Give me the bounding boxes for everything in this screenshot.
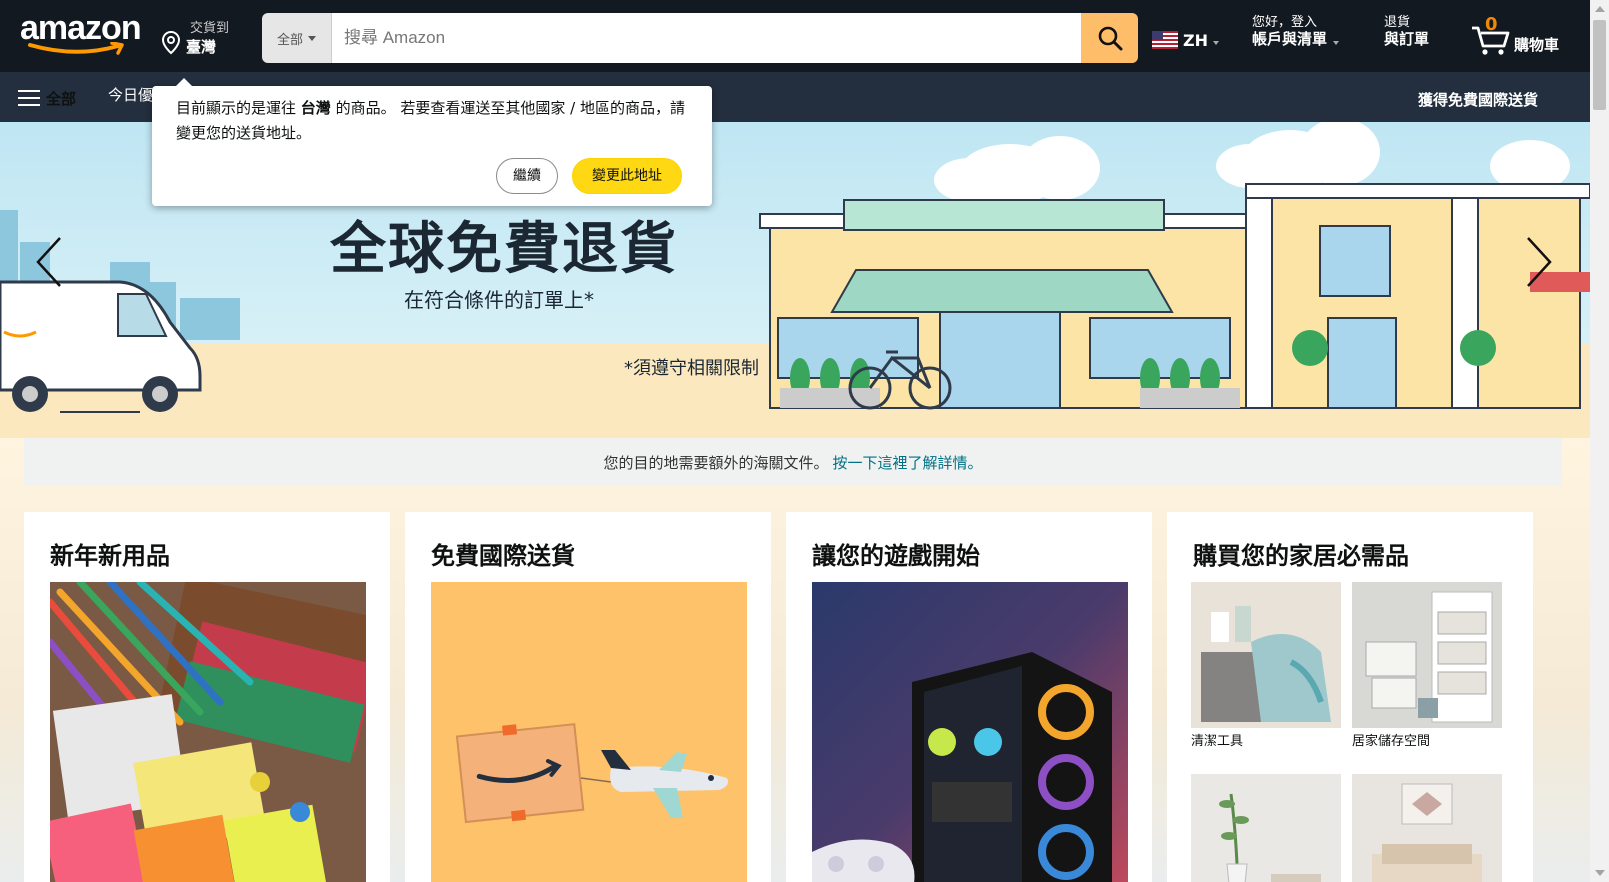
language-code: ZH <box>1183 30 1208 50</box>
continue-button[interactable]: 繼續 <box>496 158 558 194</box>
customs-text: 您的目的地需要額外的海關文件。 <box>603 453 829 472</box>
cleaning-tools-image <box>1191 582 1341 728</box>
hamburger-menu-icon <box>18 90 40 106</box>
search-bar: 全部 <box>262 13 1138 63</box>
card-image-stationery[interactable] <box>50 582 366 882</box>
customs-learn-more-link[interactable]: 按一下這裡了解詳情。 <box>833 452 983 473</box>
caret-down-icon <box>1213 41 1219 45</box>
hero-subtitle: 在符合條件的訂單上* <box>404 288 594 312</box>
free-shipping-link[interactable]: 獲得免費國際送貨 <box>1418 84 1574 114</box>
orders-label: 與訂單 <box>1384 30 1430 48</box>
carousel-prev-button[interactable] <box>24 222 74 302</box>
card-title: 新年新用品 <box>50 542 170 570</box>
returns-and-orders[interactable]: 退貨 與訂單 <box>1384 14 1440 62</box>
logo-text: amazon <box>20 9 142 47</box>
cart-label: 購物車 <box>1514 36 1560 54</box>
tile-cleaning-tools[interactable]: 清潔工具 <box>1191 582 1341 749</box>
account-and-lists[interactable]: 您好，登入 帳戶與清單 <box>1252 14 1362 62</box>
carousel-next-button[interactable] <box>1514 222 1564 302</box>
hero-title: 全球免費退貨 <box>330 217 678 282</box>
card-title: 讓您的遊戲開始 <box>812 542 980 570</box>
hero-note: *須遵守相關限制 <box>624 358 759 379</box>
search-category-select[interactable]: 全部 <box>262 13 332 63</box>
account-label: 帳戶與清單 <box>1252 30 1328 48</box>
stationery-image <box>50 582 366 882</box>
caret-down-icon <box>308 35 316 41</box>
top-nav: amazon 交貨到 臺灣 全部 Z <box>0 0 1590 72</box>
card-free-shipping: 免費國際送貨 <box>405 512 771 882</box>
card-image-shipping[interactable] <box>431 582 747 882</box>
popover-country: 台灣 <box>300 99 331 117</box>
page-scrollbar[interactable] <box>1590 0 1609 882</box>
tile-bedroom[interactable] <box>1352 774 1502 882</box>
chevron-right-icon <box>1527 237 1552 287</box>
search-icon <box>1098 26 1122 51</box>
returns-label: 退貨 <box>1384 15 1411 30</box>
tile-home-storage[interactable]: 居家儲存空間 <box>1352 582 1502 749</box>
scroll-up-arrow-icon[interactable] <box>1595 6 1605 12</box>
cart-icon <box>1472 26 1510 55</box>
us-flag-icon <box>1152 31 1178 49</box>
card-home-essentials: 購買您的家居必需品 清潔工具 居家儲存空間 <box>1167 512 1533 882</box>
search-category-label: 全部 <box>276 32 303 48</box>
all-menu-label: 全部 <box>46 89 77 108</box>
tile-caption: 居家儲存空間 <box>1352 734 1431 749</box>
search-input[interactable] <box>332 13 1081 63</box>
card-title: 購買您的家居必需品 <box>1193 542 1409 570</box>
bedroom-image <box>1352 774 1502 882</box>
home-decor-image <box>1191 774 1341 882</box>
scrollbar-thumb[interactable] <box>1593 20 1606 110</box>
card-title: 免費國際送貨 <box>431 542 575 570</box>
card-new-year: 新年新用品 <box>24 512 390 882</box>
deliver-to-label: 交貨到 <box>190 21 230 36</box>
all-menu-button[interactable]: 全部 <box>18 80 98 116</box>
language-selector[interactable]: ZH <box>1152 20 1236 60</box>
customs-notice: 您的目的地需要額外的海關文件。 按一下這裡了解詳情。 <box>24 438 1562 486</box>
amazon-logo[interactable]: amazon <box>20 10 148 62</box>
card-gaming: 讓您的遊戲開始 <box>786 512 1152 882</box>
search-button[interactable] <box>1081 13 1138 63</box>
account-greeting: 您好，登入 <box>1252 15 1318 30</box>
caret-down-icon <box>1333 40 1340 45</box>
chevron-left-icon <box>36 237 61 287</box>
box-airplane-image <box>431 582 747 882</box>
home-storage-image <box>1352 582 1502 728</box>
gaming-pc-image <box>812 582 1128 882</box>
location-popover-message: 目前顯示的是運往 台灣 的商品。 若要查看運送至其他國家 / 地區的商品，請變更… <box>176 99 685 142</box>
cart-button[interactable]: 0 購物車 <box>1466 10 1576 64</box>
change-address-button[interactable]: 變更此地址 <box>572 158 682 194</box>
tile-home-decor[interactable] <box>1191 774 1341 882</box>
deliver-to-country: 臺灣 <box>186 38 217 56</box>
scroll-down-arrow-icon[interactable] <box>1595 870 1605 876</box>
location-popover: 目前顯示的是運往 台灣 的商品。 若要查看運送至其他國家 / 地區的商品，請變更… <box>152 78 712 206</box>
card-image-gaming-pc[interactable] <box>812 582 1128 882</box>
deliver-to[interactable]: 交貨到 臺灣 <box>160 12 250 62</box>
tile-caption: 清潔工具 <box>1191 734 1244 749</box>
location-pin-icon <box>161 30 181 55</box>
smile-arrow-icon <box>28 42 124 55</box>
